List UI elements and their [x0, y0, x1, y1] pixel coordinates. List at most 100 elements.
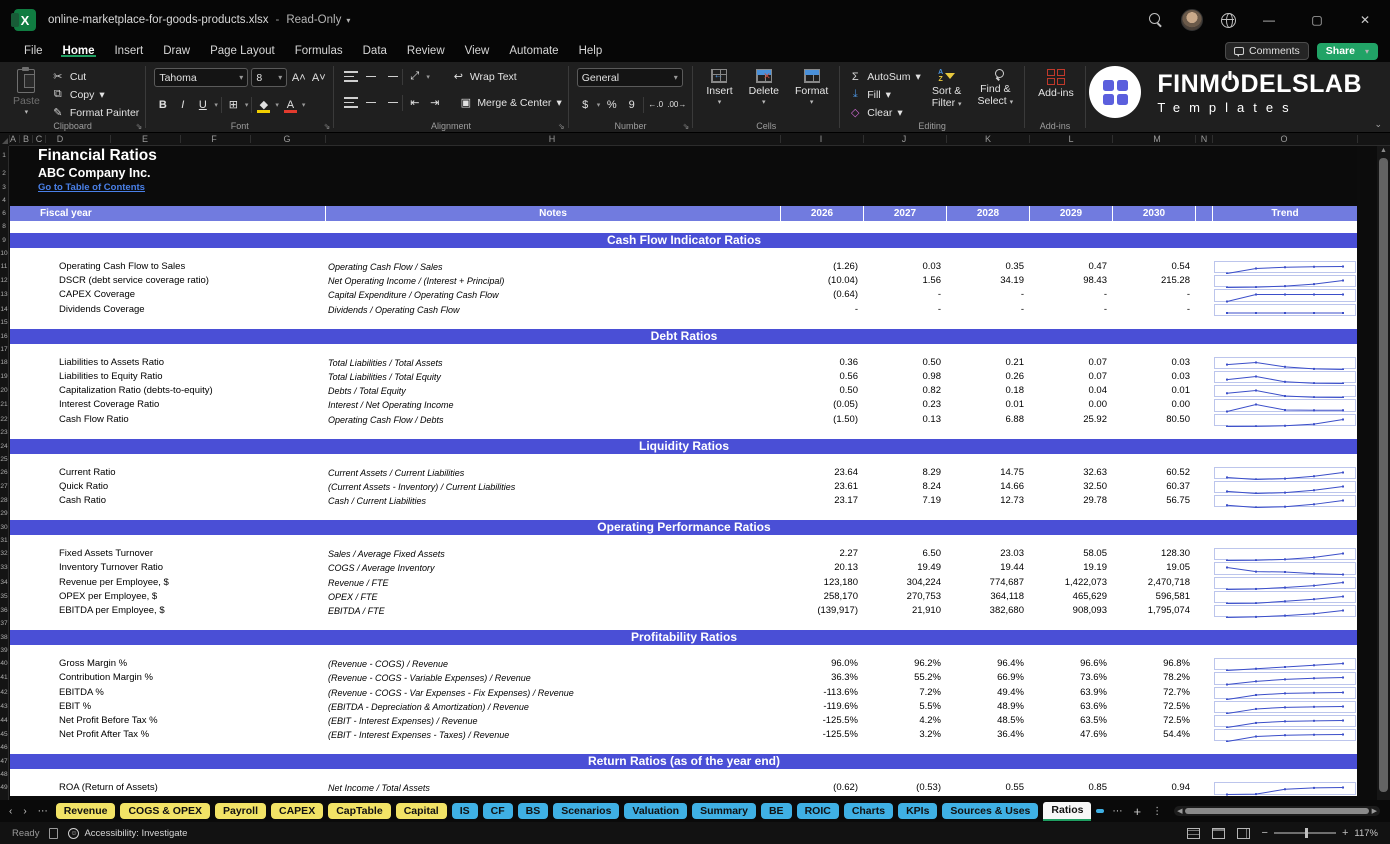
- scroll-left-icon[interactable]: ◀: [1177, 807, 1182, 815]
- collapse-ribbon-icon[interactable]: ⌄: [1374, 119, 1382, 130]
- wrap-text-button[interactable]: Wrap Text: [470, 68, 517, 85]
- align-right-button[interactable]: [382, 94, 399, 111]
- sheet-tab-cf[interactable]: CF: [483, 803, 513, 819]
- table-row[interactable]: Inventory Turnover RatioCOGS / Average I…: [10, 561, 1358, 575]
- row-number[interactable]: 19: [0, 370, 8, 384]
- ribbon-tab-insert[interactable]: Insert: [104, 45, 153, 57]
- row-number[interactable]: 27: [0, 480, 8, 494]
- sheet-tab-revenue[interactable]: Revenue: [56, 803, 116, 819]
- row-number[interactable]: 40: [0, 657, 8, 671]
- column-header-I[interactable]: I: [820, 133, 823, 146]
- ribbon-tab-data[interactable]: Data: [353, 45, 397, 57]
- row-number[interactable]: 26: [0, 466, 8, 480]
- fill-button[interactable]: ⤓Fill ▾: [848, 86, 920, 103]
- table-row[interactable]: Gross Margin %(Revenue - COGS) / Revenue…: [10, 657, 1358, 671]
- sheet-tab-captable[interactable]: CapTable: [328, 803, 390, 819]
- table-row[interactable]: Liabilities to Equity RatioTotal Liabili…: [10, 370, 1358, 384]
- decrease-indent-button[interactable]: ⇤: [406, 94, 423, 111]
- sheet-tab-payroll[interactable]: Payroll: [215, 803, 266, 819]
- column-header-K[interactable]: K: [985, 133, 991, 146]
- row-number[interactable]: 18: [0, 356, 8, 370]
- sheet-tab-capex[interactable]: CAPEX: [271, 803, 323, 819]
- column-header-N[interactable]: N: [1201, 133, 1208, 146]
- network-icon[interactable]: [1221, 13, 1236, 28]
- underline-button[interactable]: U: [194, 96, 211, 113]
- find-select-button[interactable]: Find &Select ▾: [973, 68, 1019, 108]
- middle-align-button[interactable]: [362, 68, 379, 85]
- format-painter-button[interactable]: ✎Format Painter: [51, 104, 139, 121]
- row-number[interactable]: 14: [0, 303, 8, 317]
- font-family-select[interactable]: Tahoma▾: [154, 68, 248, 87]
- merge-center-button[interactable]: Merge & Center ▾: [477, 94, 561, 111]
- clear-button[interactable]: ◇Clear ▾: [848, 104, 920, 121]
- align-left-button[interactable]: [342, 94, 359, 111]
- top-align-button[interactable]: [342, 68, 359, 85]
- vertical-scrollbar[interactable]: ▲: [1377, 146, 1390, 800]
- italic-button[interactable]: I: [174, 96, 191, 113]
- column-header-D[interactable]: D: [57, 133, 64, 146]
- sheet-tab-valuation[interactable]: Valuation: [624, 803, 687, 819]
- row-number[interactable]: 45: [0, 728, 8, 742]
- row-number[interactable]: 20: [0, 384, 8, 398]
- zoom-in-button[interactable]: +: [1342, 827, 1348, 839]
- sheet-tab-is[interactable]: IS: [452, 803, 478, 819]
- column-header-L[interactable]: L: [1068, 133, 1073, 146]
- table-row[interactable]: Liabilities to Assets RatioTotal Liabili…: [10, 356, 1358, 370]
- alignment-dialog-launcher[interactable]: ⇘: [558, 122, 565, 131]
- row-number[interactable]: 11: [0, 260, 8, 274]
- row-number[interactable]: 10: [0, 248, 8, 260]
- table-row[interactable]: Dividends CoverageDividends / Operating …: [10, 303, 1358, 317]
- ribbon-tab-file[interactable]: File: [14, 45, 53, 57]
- ribbon-tab-view[interactable]: View: [455, 45, 500, 57]
- horizontal-scrollbar[interactable]: ◀ ▶: [1174, 806, 1380, 816]
- row-number[interactable]: 23: [0, 427, 8, 439]
- table-row[interactable]: Quick Ratio(Current Assets - Inventory) …: [10, 480, 1358, 494]
- table-row[interactable]: Capitalization Ratio (debts-to-equity)De…: [10, 384, 1358, 398]
- row-number[interactable]: 49: [0, 781, 8, 795]
- row-number[interactable]: 39: [0, 645, 8, 657]
- sheet-tab-charts[interactable]: Charts: [844, 803, 893, 819]
- ribbon-tab-automate[interactable]: Automate: [499, 45, 568, 57]
- align-center-button[interactable]: [362, 94, 379, 111]
- grow-font-button[interactable]: A˄: [290, 69, 307, 86]
- fiscal-year-header-row[interactable]: Fiscal yearNotes20262027202820292030Tren…: [10, 206, 1358, 221]
- font-size-select[interactable]: 8▾: [251, 68, 287, 87]
- zoom-level[interactable]: 117%: [1354, 828, 1378, 839]
- row-number[interactable]: 41: [0, 671, 8, 685]
- scroll-up-icon[interactable]: ▲: [1377, 146, 1390, 156]
- column-header-M[interactable]: M: [1153, 133, 1161, 146]
- column-header-J[interactable]: J: [902, 133, 907, 146]
- insert-cells-button[interactable]: Insert▾: [701, 68, 737, 108]
- column-header-B[interactable]: B: [23, 133, 29, 146]
- row-number[interactable]: 38: [0, 630, 8, 645]
- column-header-O[interactable]: O: [1280, 133, 1287, 146]
- copy-button[interactable]: ⧉Copy ▾: [51, 86, 139, 103]
- row-number[interactable]: 43: [0, 700, 8, 714]
- sheet-canvas[interactable]: Financial RatiosABC Company Inc.Go to Ta…: [0, 146, 1390, 800]
- borders-button[interactable]: ⊞: [225, 96, 242, 113]
- sheet-tab-active[interactable]: Ratios: [1043, 802, 1091, 821]
- page-break-view-button[interactable]: [1237, 828, 1250, 839]
- sheet-tab-scenarios[interactable]: Scenarios: [553, 803, 619, 819]
- delete-cells-button[interactable]: Delete▾: [744, 68, 784, 108]
- row-number[interactable]: 4: [0, 195, 8, 206]
- row-number[interactable]: 35: [0, 590, 8, 604]
- bottom-align-button[interactable]: [382, 68, 399, 85]
- addins-button[interactable]: Add-ins: [1033, 68, 1079, 100]
- sort-filter-button[interactable]: AZ Sort &Filter ▾: [927, 68, 967, 110]
- ribbon-tab-formulas[interactable]: Formulas: [285, 45, 353, 57]
- tabs-overflow-icon[interactable]: ⋯: [1109, 806, 1125, 817]
- row-number[interactable]: 2: [0, 166, 8, 181]
- tabs-prev-icon[interactable]: ‹: [6, 806, 15, 817]
- column-header-E[interactable]: E: [142, 133, 148, 146]
- row-number[interactable]: 25: [0, 454, 8, 466]
- row-number[interactable]: 12: [0, 274, 8, 288]
- row-number[interactable]: 31: [0, 535, 8, 547]
- row-number[interactable]: 9: [0, 233, 8, 248]
- ribbon-tab-help[interactable]: Help: [569, 45, 613, 57]
- ribbon-tab-draw[interactable]: Draw: [153, 45, 200, 57]
- row-number[interactable]: 42: [0, 686, 8, 700]
- paste-button[interactable]: Paste▾: [8, 68, 45, 118]
- column-header-H[interactable]: H: [549, 133, 556, 146]
- table-row[interactable]: DSCR (debt service coverage ratio)Net Op…: [10, 274, 1358, 288]
